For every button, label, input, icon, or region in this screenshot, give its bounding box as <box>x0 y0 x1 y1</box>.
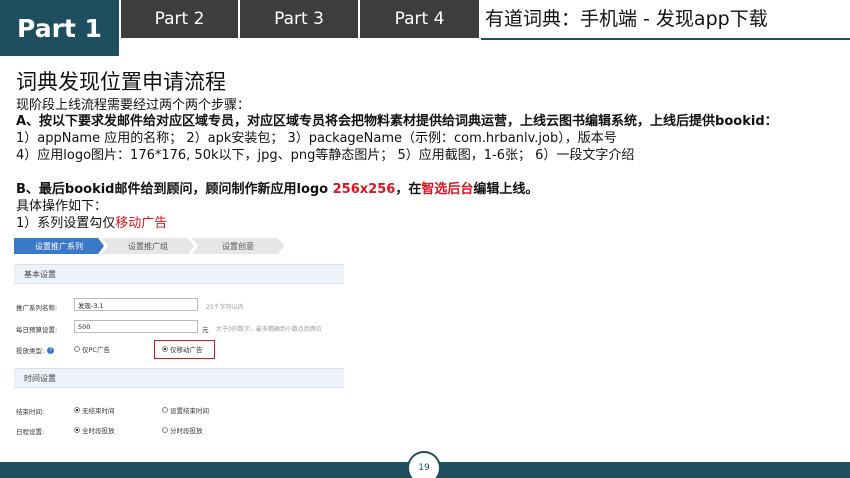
radio-time-slots[interactable]: 分时段投放 <box>162 425 203 435</box>
step-b-mid: ，在 <box>395 182 422 197</box>
mobile-ad-highlight-box <box>154 340 215 359</box>
ops-label: 具体操作如下： <box>16 199 108 214</box>
radio-all-day-label: 全时段投放 <box>82 427 115 435</box>
radio-pc-only[interactable]: 仅PC广告 <box>74 344 110 354</box>
mobile-ad-highlight: 移动广告 <box>115 216 168 231</box>
header-title: 有道词典：手机端 - 发现app下载 <box>485 8 768 30</box>
radio-time-slots-label: 分时段投放 <box>170 427 203 435</box>
end-time-label: 结束时间: <box>16 408 45 416</box>
radio-set-end-label: 设置结束时间 <box>170 407 209 415</box>
radio-unchecked-icon <box>162 427 168 433</box>
tab-part-3[interactable]: Part 3 <box>240 0 358 38</box>
series-name-input[interactable]: 发现-3.1 <box>74 298 198 311</box>
time-settings-header: 时间设置 <box>14 368 344 388</box>
help-icon[interactable]: ? <box>47 346 55 354</box>
page-number: 19 <box>407 451 441 478</box>
step-creative[interactable]: 设置创意 <box>192 238 284 254</box>
page-title: 词典发现位置申请流程 <box>16 70 226 94</box>
radio-set-end-time[interactable]: 设置结束时间 <box>162 405 209 415</box>
ad-settings-screenshot: 设置推广系列 设置推广组 设置创意 基本设置 推广系列名称: 发现-3.1 25… <box>14 236 344 451</box>
ops-step-1: 1）系列设置勾仅移动广告 <box>16 216 167 232</box>
tab-part-1[interactable]: Part 1 <box>0 0 119 56</box>
intro-text: 现阶段上线流程需要经过两个两个步骤： <box>16 98 251 113</box>
step-progress: 设置推广系列 设置推广组 设置创意 <box>14 238 344 254</box>
schedule-label: 日程设置: <box>16 428 45 436</box>
budget-label: 每日预算设置: <box>16 326 58 334</box>
basic-settings-header: 基本设置 <box>14 264 344 284</box>
budget-unit: 元 <box>202 326 209 334</box>
radio-pc-label: 仅PC广告 <box>82 346 110 354</box>
step-series[interactable]: 设置推广系列 <box>14 238 104 254</box>
platform-highlight: 智选后台 <box>421 182 474 197</box>
radio-checked-icon <box>74 407 80 413</box>
budget-input[interactable]: 500 <box>74 320 198 333</box>
ad-type-label: 投放类型: <box>16 347 45 355</box>
series-name-label: 推广系列名称: <box>16 304 58 312</box>
step-group[interactable]: 设置推广组 <box>102 238 194 254</box>
step-b-suffix: 编辑上线。 <box>473 182 539 197</box>
step-a-text: A、按以下要求发邮件给对应区域专员，对应区域专员将会把物料素材提供给词典运营，上… <box>16 114 778 129</box>
tab-part-4[interactable]: Part 4 <box>360 0 479 38</box>
series-name-hint: 25个字符以内 <box>206 304 244 311</box>
ad-type-row: 投放类型: ? <box>16 345 55 355</box>
radio-unchecked-icon <box>162 407 168 413</box>
budget-hint: 大于0的数字，最多精确到小数点后两位 <box>216 326 322 333</box>
radio-no-end-time[interactable]: 无结束时间 <box>74 405 115 415</box>
radio-checked-icon <box>74 427 80 433</box>
header-divider <box>481 38 850 40</box>
requirements-line-1: 1）appName 应用的名称； 2）apk安装包； 3）packageName… <box>16 131 617 146</box>
radio-no-end-label: 无结束时间 <box>82 407 115 415</box>
logo-size-highlight: 256x256 <box>332 182 396 197</box>
radio-all-day[interactable]: 全时段投放 <box>74 425 115 435</box>
ops-step-1-prefix: 1）系列设置勾仅 <box>16 216 116 231</box>
requirements-line-2: 4）应用logo图片：176*176, 50k以下，jpg、png等静态图片； … <box>16 148 635 163</box>
step-b-text: B、最后bookid邮件给到顾问，顾问制作新应用logo 256x256，在智选… <box>16 182 538 198</box>
radio-unchecked-icon <box>74 346 80 352</box>
tab-part-2[interactable]: Part 2 <box>121 0 238 38</box>
step-b-prefix: B、最后bookid邮件给到顾问，顾问制作新应用logo <box>16 182 333 197</box>
